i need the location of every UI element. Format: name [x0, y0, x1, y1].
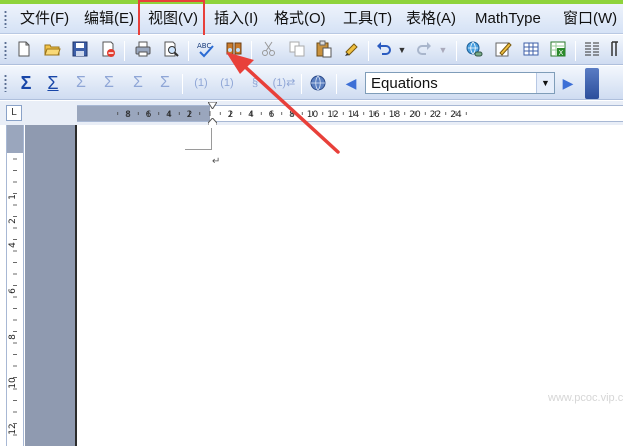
toolbar-grip-handle[interactable] [4, 74, 7, 92]
insert-left-numbered-equation-icon[interactable]: Σ [71, 73, 91, 93]
annotation-highlight-box [138, 0, 205, 40]
insert-equation-number-icon[interactable]: (1) [190, 73, 212, 93]
math-input-panel-icon[interactable]: Σ [128, 73, 148, 93]
toolbar-separator [124, 41, 125, 61]
paragraph-mark: ↵ [212, 156, 221, 167]
research-icon[interactable] [224, 40, 244, 60]
equation-style-dropdown[interactable]: Equations ▼ [365, 72, 555, 94]
insert-display-equation-icon[interactable]: Σ [43, 73, 63, 93]
ruler-label: 20 [409, 110, 421, 120]
tab-selector-icon[interactable]: L [6, 105, 22, 121]
ruler-label: 10 [307, 110, 319, 120]
paste-icon[interactable] [314, 40, 334, 60]
vertical-ruler[interactable]: 1 2 4 6 8 10 12 [6, 125, 24, 446]
toolbar-separator [456, 41, 457, 61]
ruler-label: 2 [228, 110, 234, 120]
menu-format[interactable]: 格式(O) [274, 10, 326, 28]
toolbar-separator [251, 41, 252, 61]
save-icon[interactable] [70, 40, 90, 60]
toolbar-separator [188, 41, 189, 61]
ruler-label: 22 [430, 110, 441, 120]
copy-icon[interactable] [287, 40, 307, 60]
vertical-ruler-label: 2 [8, 218, 18, 224]
svg-text:X: X [559, 49, 564, 57]
print-preview-icon[interactable] [161, 40, 181, 60]
columns-icon[interactable] [582, 40, 602, 60]
document-page[interactable] [77, 125, 623, 446]
watermark-text: www.pcoc.vip.com [548, 392, 623, 404]
insert-right-numbered-equation-icon[interactable]: Σ [99, 73, 119, 93]
toolbar-grip-handle[interactable] [4, 41, 7, 59]
vertical-ruler-label: 6 [8, 288, 18, 294]
format-painter-icon[interactable] [342, 40, 362, 60]
first-line-indent-marker[interactable] [208, 102, 217, 109]
vertical-ruler-ticks: 124681012 [8, 158, 18, 436]
drawing-icon[interactable] [493, 40, 513, 60]
menu-file[interactable]: 文件(F) [20, 10, 69, 28]
new-document-icon[interactable] [14, 40, 34, 60]
next-equation-arrow-icon[interactable]: ▶ [558, 73, 578, 93]
open-folder-icon[interactable] [42, 40, 62, 60]
menu-insert[interactable]: 插入(I) [214, 10, 258, 28]
previous-equation-arrow-icon[interactable]: ◀ [341, 73, 361, 93]
mathtype-toolbar: Σ Σ Σ Σ Σ Σ (1) (1) § (1)⇄ ◀ Equations ▼… [0, 66, 623, 100]
toolbar-separator [368, 41, 369, 61]
menu-table[interactable]: 表格(A) [406, 10, 456, 28]
redo-icon[interactable] [414, 40, 434, 60]
menubar-grip-handle[interactable] [4, 10, 7, 28]
undo-dropdown-arrow-icon[interactable]: ▼ [396, 40, 408, 60]
dropdown-arrow-icon[interactable]: ▼ [536, 73, 554, 93]
vertical-ruler-label: 4 [8, 242, 18, 248]
ruler-ticks: 8 6 4 2 2 4 6 8 10 12 14 16 18 20 22 24 [117, 110, 467, 120]
ruler-label: 4 [166, 110, 172, 120]
toolbar-separator [301, 74, 302, 94]
toolbar-options-handle[interactable] [585, 68, 599, 99]
toggle-tex-icon[interactable]: Σ [155, 73, 175, 93]
menu-bar: 文件(F) 编辑(E) 视图(V) 插入(I) 格式(O) 工具(T) 表格(A… [0, 4, 623, 34]
ruler-label: 16 [368, 110, 380, 120]
permission-icon[interactable] [98, 40, 118, 60]
insert-excel-icon[interactable]: X [548, 40, 568, 60]
menu-tools[interactable]: 工具(T) [343, 10, 392, 28]
ruler-label: 24 [450, 110, 462, 120]
ruler-label: 2 [187, 110, 193, 120]
equation-style-value: Equations [371, 75, 438, 92]
redo-dropdown-arrow-icon[interactable]: ▼ [437, 40, 449, 60]
update-equation-numbers-icon[interactable]: (1)⇄ [272, 73, 296, 93]
vertical-ruler-label: 10 [8, 377, 18, 389]
spelling-check-icon[interactable]: ABC [196, 40, 216, 60]
print-icon[interactable] [133, 40, 153, 60]
toolbar-separator [336, 74, 337, 94]
menu-mathtype[interactable]: MathType [475, 10, 541, 28]
vertical-ruler-label: 1 [8, 194, 18, 200]
standard-toolbar: ABC ▼ ▼ X [0, 35, 623, 65]
insert-equation-reference-icon[interactable]: (1) [216, 73, 238, 93]
ruler-label: 6 [269, 110, 275, 120]
menu-edit[interactable]: 编辑(E) [84, 10, 134, 28]
toolbar-separator [182, 74, 183, 94]
undo-icon[interactable] [374, 40, 394, 60]
horizontal-ruler[interactable]: 8 6 4 2 2 4 6 8 10 12 14 16 18 20 22 24 [77, 102, 623, 129]
hyperlink-icon[interactable] [464, 40, 484, 60]
toolbar-separator [575, 41, 576, 61]
ruler-label: 6 [146, 110, 152, 120]
ruler-label: 18 [389, 110, 401, 120]
ruler-label: 8 [125, 110, 131, 120]
insert-table-icon[interactable] [521, 40, 541, 60]
mathtype-web-icon[interactable] [308, 73, 328, 93]
ruler-row: L 8 6 4 2 2 4 6 8 10 12 14 16 18 20 22 24 [0, 101, 623, 129]
vertical-ruler-label: 8 [8, 334, 18, 340]
page-gutter [25, 125, 75, 446]
ruler-label: 12 [327, 110, 338, 120]
show-hide-icon[interactable] [606, 40, 623, 60]
cut-icon[interactable] [259, 40, 279, 60]
menu-window[interactable]: 窗口(W) [563, 10, 617, 28]
insert-chapter-break-icon[interactable]: § [244, 73, 266, 93]
ruler-label: 4 [248, 110, 254, 120]
text-boundary-corner [185, 128, 212, 150]
insert-inline-equation-icon[interactable]: Σ [16, 73, 36, 93]
vertical-ruler-label: 12 [8, 423, 18, 434]
ruler-label: 14 [348, 110, 360, 120]
ruler-label: 8 [289, 110, 295, 120]
